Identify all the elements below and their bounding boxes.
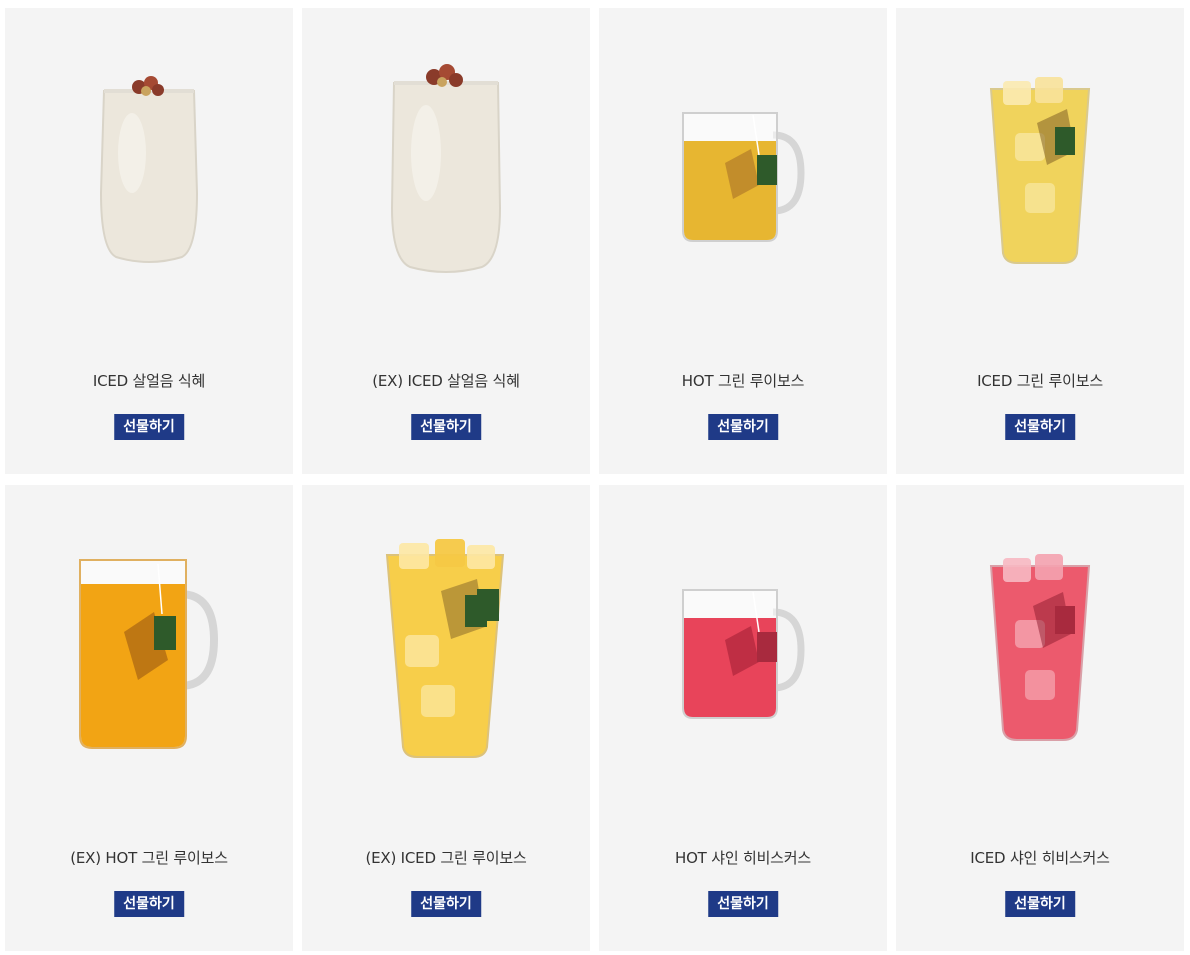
rooibos-hot-mug-large-icon — [79, 559, 219, 749]
rooibos-iced-glass-icon — [989, 77, 1091, 264]
product-image[interactable] — [5, 8, 293, 338]
product-card[interactable]: (EX) ICED 그린 루이보스 선물하기 — [302, 485, 590, 951]
product-image[interactable] — [302, 8, 590, 338]
sikhye-iced-glass-icon — [99, 76, 199, 263]
rooibos-hot-mug-icon — [682, 112, 805, 242]
product-name: (EX) HOT 그린 루이보스 — [70, 849, 228, 867]
product-image[interactable] — [896, 485, 1184, 815]
gift-button[interactable]: 선물하기 — [114, 891, 184, 917]
product-image[interactable] — [5, 485, 293, 815]
product-card[interactable]: HOT 샤인 히비스커스 선물하기 — [599, 485, 887, 951]
product-name: HOT 샤인 히비스커스 — [675, 849, 811, 867]
hibiscus-hot-mug-icon — [682, 589, 805, 719]
product-card[interactable]: HOT 그린 루이보스 선물하기 — [599, 8, 887, 474]
hibiscus-iced-glass-icon — [989, 554, 1091, 741]
product-name: (EX) ICED 그린 루이보스 — [365, 849, 527, 867]
gift-button[interactable]: 선물하기 — [411, 414, 481, 440]
product-name: ICED 그린 루이보스 — [977, 372, 1103, 390]
rooibos-iced-glass-large-icon — [385, 539, 505, 758]
gift-button[interactable]: 선물하기 — [708, 891, 778, 917]
gift-button[interactable]: 선물하기 — [708, 414, 778, 440]
sikhye-iced-glass-large-icon — [390, 64, 502, 273]
product-image[interactable] — [599, 8, 887, 338]
gift-button[interactable]: 선물하기 — [1005, 414, 1075, 440]
product-name: (EX) ICED 살얼음 식혜 — [372, 372, 520, 390]
product-name: HOT 그린 루이보스 — [681, 372, 805, 390]
product-card[interactable]: ICED 살얼음 식혜 선물하기 — [5, 8, 293, 474]
product-image[interactable] — [302, 485, 590, 815]
product-card[interactable]: ICED 샤인 히비스커스 선물하기 — [896, 485, 1184, 951]
product-name: ICED 살얼음 식혜 — [92, 372, 206, 390]
product-grid: ICED 살얼음 식혜 선물하기 (EX) ICED 살얼음 식혜 선물하기 H… — [0, 0, 1190, 951]
product-image[interactable] — [599, 485, 887, 815]
product-card[interactable]: (EX) HOT 그린 루이보스 선물하기 — [5, 485, 293, 951]
gift-button[interactable]: 선물하기 — [1005, 891, 1075, 917]
gift-button[interactable]: 선물하기 — [114, 414, 184, 440]
gift-button[interactable]: 선물하기 — [411, 891, 481, 917]
product-card[interactable]: (EX) ICED 살얼음 식혜 선물하기 — [302, 8, 590, 474]
product-card[interactable]: ICED 그린 루이보스 선물하기 — [896, 8, 1184, 474]
product-name: ICED 샤인 히비스커스 — [970, 849, 1110, 867]
product-image[interactable] — [896, 8, 1184, 338]
